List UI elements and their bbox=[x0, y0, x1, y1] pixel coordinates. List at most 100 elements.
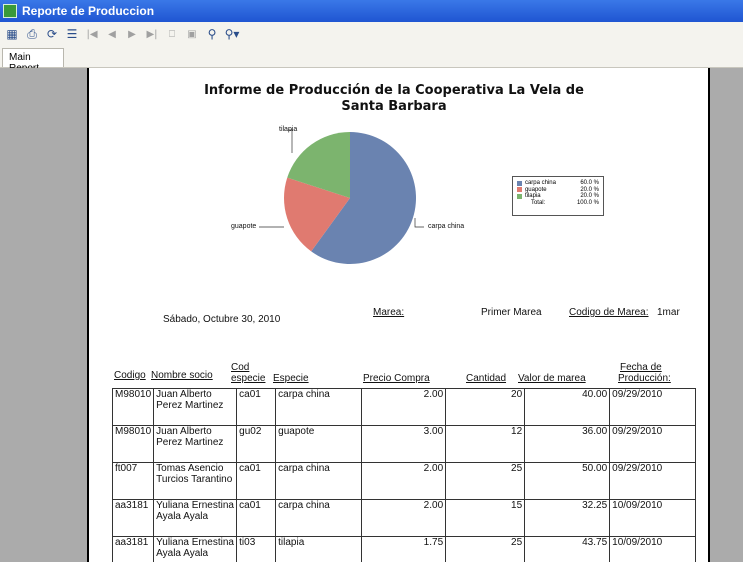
legend-pct: 20.0 % bbox=[580, 193, 599, 200]
cell-especie: carpa china bbox=[275, 388, 363, 426]
cell-precio: 3.00 bbox=[361, 425, 447, 463]
cell-valor: 36.00 bbox=[524, 425, 611, 463]
search-icon[interactable]: ⚲ bbox=[202, 24, 222, 44]
header-nombre: Nombre socio bbox=[151, 370, 213, 381]
leader-line-carpa-china bbox=[414, 218, 424, 228]
header-especie: Especie bbox=[273, 373, 309, 384]
marea-label: Marea: bbox=[373, 307, 405, 318]
cell-cod: ca01 bbox=[236, 388, 277, 426]
legend-item: tilapia 20.0 % bbox=[517, 193, 599, 200]
header-fecha-2: Producción: bbox=[618, 373, 671, 384]
cell-precio: 2.00 bbox=[361, 499, 447, 537]
cell-especie: tilapia bbox=[275, 536, 363, 562]
cell-nombre: Juan Alberto Perez Martinez bbox=[153, 388, 238, 426]
report-date: Sábado, Octubre 30, 2010 bbox=[163, 314, 281, 325]
header-cod-especie-1: Cod bbox=[231, 362, 250, 373]
cell-fecha: 09/29/2010 bbox=[609, 425, 697, 463]
table-row[interactable]: M98010 Juan Alberto Perez Martinez ca01 … bbox=[111, 388, 697, 426]
cell-cantidad: 15 bbox=[445, 499, 526, 537]
first-page-icon[interactable]: |◀ bbox=[82, 24, 102, 44]
window-titlebar: Reporte de Produccion bbox=[0, 0, 743, 22]
tab-main-report[interactable]: Main Report bbox=[2, 48, 64, 74]
report-page: Informe de Producción de la Cooperativa … bbox=[89, 68, 708, 562]
table-row[interactable]: aa3181 Yuliana Ernestina Ayala Ayala ti0… bbox=[111, 536, 697, 562]
cell-cantidad: 25 bbox=[445, 536, 526, 562]
leader-line-tilapia bbox=[288, 129, 293, 153]
next-page-icon[interactable]: ▶ bbox=[122, 24, 142, 44]
pie-label-tilapia: tilapia bbox=[279, 126, 298, 133]
legend-swatch bbox=[517, 193, 522, 199]
header-codigo: Codigo bbox=[114, 370, 146, 381]
tree-icon[interactable]: ☰ bbox=[62, 24, 82, 44]
header-cantidad: Cantidad bbox=[466, 373, 507, 384]
report-toolbar: ▦ ⎙ ⟳ ☰ |◀ ◀ ▶ ▶| ⎕ ▣ ⚲ ⚲▾ bbox=[0, 22, 743, 46]
cell-especie: carpa china bbox=[275, 499, 363, 537]
legend-item: carpa china 60.0 % bbox=[517, 180, 599, 187]
cell-cantidad: 25 bbox=[445, 462, 526, 500]
legend-item: guapote 20.0 % bbox=[517, 187, 599, 194]
marea-value: Primer Marea bbox=[481, 307, 542, 318]
cell-codigo: ft007 bbox=[111, 462, 155, 500]
cell-cod: ca01 bbox=[236, 499, 277, 537]
cell-cantidad: 20 bbox=[445, 388, 526, 426]
cell-nombre: Yuliana Ernestina Ayala Ayala bbox=[153, 499, 238, 537]
production-table: M98010 Juan Alberto Perez Martinez ca01 … bbox=[111, 388, 697, 562]
header-cod-especie-2: especie bbox=[231, 373, 266, 384]
cell-valor: 40.00 bbox=[524, 388, 611, 426]
header-precio: Precio Compra bbox=[363, 373, 430, 384]
cell-fecha: 09/29/2010 bbox=[609, 388, 697, 426]
codigo-marea-value: 1mar bbox=[657, 307, 680, 318]
print-icon[interactable]: ⎙ bbox=[22, 24, 42, 44]
cell-valor: 43.75 bbox=[524, 536, 611, 562]
legend-name: guapote bbox=[524, 186, 547, 193]
cell-codigo: M98010 bbox=[111, 388, 155, 426]
last-page-icon[interactable]: ▶| bbox=[142, 24, 162, 44]
cell-fecha: 10/09/2010 bbox=[609, 536, 697, 562]
chart-legend: carpa china 60.0 % guapote 20.0 % tilapi… bbox=[512, 176, 604, 216]
legend-swatch bbox=[517, 187, 522, 193]
legend-pct: 20.0 % bbox=[580, 186, 599, 193]
cell-precio: 2.00 bbox=[361, 462, 447, 500]
legend-name: carpa china bbox=[524, 180, 556, 187]
cell-codigo: aa3181 bbox=[111, 536, 155, 562]
stop-icon[interactable]: ▣ bbox=[182, 24, 202, 44]
header-valor: Valor de marea bbox=[518, 373, 586, 384]
cell-codigo: aa3181 bbox=[111, 499, 155, 537]
cell-cod: ca01 bbox=[236, 462, 277, 500]
legend-total-pct: 100.0 % bbox=[576, 199, 599, 206]
cell-codigo: M98010 bbox=[111, 425, 155, 463]
cell-especie: carpa china bbox=[275, 462, 363, 500]
report-tabs: Main Report bbox=[0, 46, 743, 74]
legend-pct: 60.0 % bbox=[580, 180, 599, 187]
cell-especie: guapote bbox=[275, 425, 363, 463]
header-fecha-1: Fecha de bbox=[620, 362, 662, 373]
cell-nombre: Tomas Asencio Turcios Tarantino bbox=[153, 462, 238, 500]
pie-label-guapote: guapote bbox=[231, 223, 257, 230]
pie-label-carpa-china: carpa china bbox=[428, 223, 465, 230]
cell-nombre: Yuliana Ernestina Ayala Ayala bbox=[153, 536, 238, 562]
window-title: Reporte de Produccion bbox=[22, 4, 155, 18]
goto-page-icon[interactable]: ⎕ bbox=[162, 24, 182, 44]
export-icon[interactable]: ▦ bbox=[2, 24, 22, 44]
cell-fecha: 09/29/2010 bbox=[609, 462, 697, 500]
legend-swatch bbox=[517, 180, 522, 186]
prev-page-icon[interactable]: ◀ bbox=[102, 24, 122, 44]
cell-precio: 2.00 bbox=[361, 388, 447, 426]
zoom-icon[interactable]: ⚲▾ bbox=[222, 24, 242, 44]
cell-cod: ti03 bbox=[236, 536, 277, 562]
cell-fecha: 10/09/2010 bbox=[609, 499, 697, 537]
table-row[interactable]: M98010 Juan Alberto Perez Martinez gu02 … bbox=[111, 425, 697, 463]
cell-valor: 32.25 bbox=[524, 499, 611, 537]
codigo-marea-label: Codigo de Marea: bbox=[569, 307, 649, 318]
cell-cod: gu02 bbox=[236, 425, 277, 463]
legend-total: Total: 100.0 % bbox=[517, 200, 599, 207]
table-row[interactable]: aa3181 Yuliana Ernestina Ayala Ayala ca0… bbox=[111, 499, 697, 537]
app-icon bbox=[3, 4, 17, 18]
refresh-icon[interactable]: ⟳ bbox=[42, 24, 62, 44]
cell-cantidad: 12 bbox=[445, 425, 526, 463]
cell-nombre: Juan Alberto Perez Martinez bbox=[153, 425, 238, 463]
cell-precio: 1.75 bbox=[361, 536, 447, 562]
cell-valor: 50.00 bbox=[524, 462, 611, 500]
table-row[interactable]: ft007 Tomas Asencio Turcios Tarantino ca… bbox=[111, 462, 697, 500]
legend-name: tilapia bbox=[524, 193, 541, 200]
